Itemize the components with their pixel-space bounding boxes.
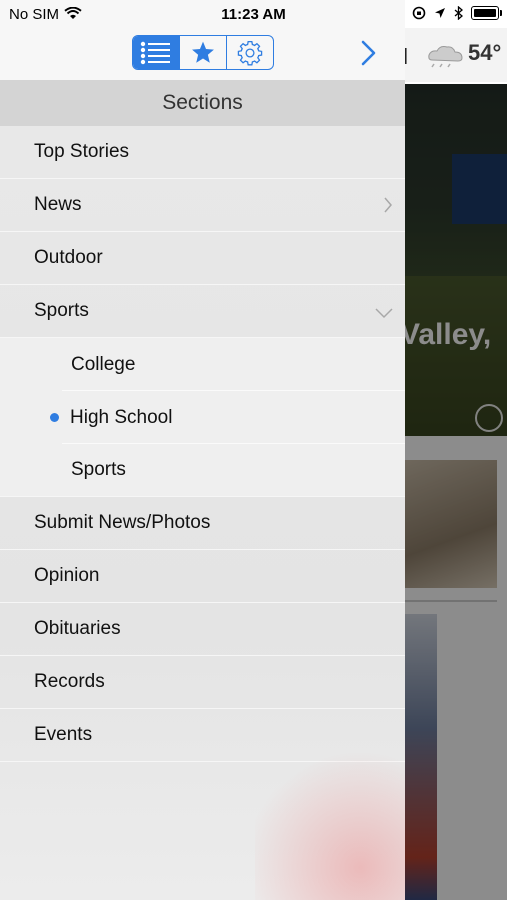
section-item-sports[interactable]: Sports bbox=[0, 285, 405, 338]
section-item-events[interactable]: Events bbox=[0, 709, 405, 762]
settings-tab[interactable] bbox=[226, 36, 273, 69]
sections-header: Sections bbox=[0, 80, 405, 126]
battery-icon bbox=[471, 6, 502, 20]
section-item-outdoor[interactable]: Outdoor bbox=[0, 232, 405, 285]
close-drawer-button[interactable] bbox=[356, 38, 380, 68]
weather-temperature: 54° bbox=[468, 40, 502, 65]
location-icon bbox=[435, 8, 445, 18]
section-item-submit-news-photos[interactable]: Submit News/Photos bbox=[0, 497, 405, 550]
drawer-segmented-control bbox=[132, 35, 274, 70]
chevron-right-icon bbox=[361, 40, 376, 66]
section-item-obituaries[interactable]: Obituaries bbox=[0, 603, 405, 656]
sections-drawer: Sections Top Stories News Outdoor Sports… bbox=[0, 0, 405, 900]
sections-tab[interactable] bbox=[133, 36, 179, 69]
section-item-top-stories[interactable]: Top Stories bbox=[0, 126, 405, 179]
chevron-right-icon bbox=[384, 197, 392, 213]
section-item-label: Sports bbox=[71, 459, 126, 480]
section-item-news[interactable]: News bbox=[0, 179, 405, 232]
sections-list: Top Stories News Outdoor Sports College … bbox=[0, 126, 405, 762]
drawer-dim-overlay[interactable] bbox=[405, 84, 507, 900]
list-icon bbox=[140, 41, 170, 64]
section-item-opinion[interactable]: Opinion bbox=[0, 550, 405, 603]
section-item-label: Records bbox=[34, 671, 105, 692]
status-right-icons bbox=[412, 6, 502, 20]
subsection-item-high-school[interactable]: High School bbox=[0, 391, 405, 444]
section-item-label: Outdoor bbox=[34, 247, 103, 268]
selected-indicator-icon bbox=[50, 413, 59, 422]
subsection-item-sports[interactable]: Sports bbox=[0, 444, 405, 497]
section-item-label: News bbox=[34, 194, 82, 215]
rotation-lock-icon bbox=[412, 6, 426, 20]
section-item-label: High School bbox=[70, 406, 173, 428]
subsection-item-college[interactable]: College bbox=[0, 338, 405, 391]
section-item-label: Events bbox=[34, 724, 93, 745]
section-item-records[interactable]: Records bbox=[0, 656, 405, 709]
star-icon bbox=[192, 41, 214, 63]
gear-icon bbox=[237, 40, 263, 65]
section-item-label: College bbox=[71, 353, 136, 375]
chevron-down-icon bbox=[375, 308, 393, 319]
status-bar: No SIM 11:23 AM bbox=[0, 0, 507, 28]
bluetooth-icon bbox=[454, 6, 463, 20]
section-item-label: Top Stories bbox=[34, 141, 130, 162]
section-item-label: Opinion bbox=[34, 565, 100, 586]
cloud-icon bbox=[428, 46, 463, 68]
section-item-label: Obituaries bbox=[34, 618, 121, 639]
section-item-label: Submit News/Photos bbox=[34, 512, 211, 533]
favorites-tab[interactable] bbox=[179, 36, 226, 69]
section-item-label: Sports bbox=[34, 300, 89, 321]
